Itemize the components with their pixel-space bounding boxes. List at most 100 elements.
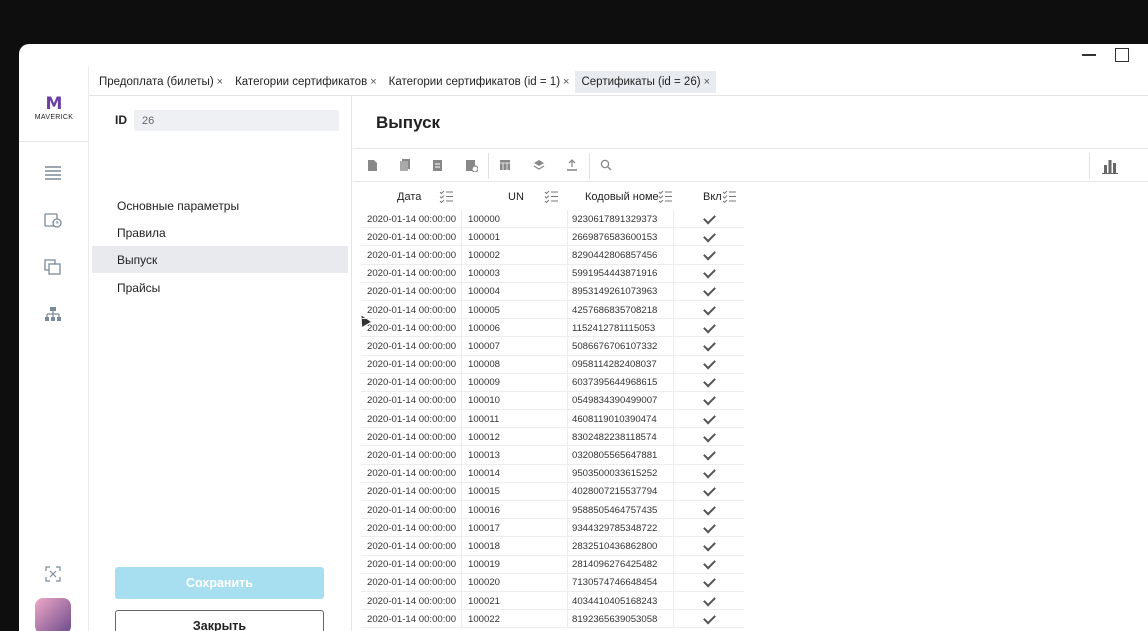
column-header-included[interactable]: Вкл xyxy=(674,184,744,210)
cell-included[interactable] xyxy=(674,210,744,228)
check-icon xyxy=(702,411,716,425)
column-filter-icon[interactable] xyxy=(439,190,453,203)
table-row[interactable]: 2020-01-14 00:00:00 100004 895314926107396… xyxy=(361,282,744,301)
maximize-button[interactable] xyxy=(1114,48,1130,62)
tab-prepayment[interactable]: Предоплата (билеты) × xyxy=(93,71,229,93)
close-icon[interactable]: × xyxy=(217,76,223,88)
tab-certificate-categories[interactable]: Категории сертификатов × xyxy=(229,71,383,93)
cell-un: 100016 xyxy=(462,501,568,520)
layers-icon[interactable] xyxy=(532,158,546,172)
table-row[interactable]: 2020-01-14 00:00:00 100009 603739564496861… xyxy=(361,373,744,392)
cell-included[interactable] xyxy=(674,574,744,592)
cell-included[interactable] xyxy=(674,556,744,574)
edit-document-icon[interactable] xyxy=(431,158,445,172)
table-row[interactable]: 2020-01-14 00:00:00 100021 403441040516824… xyxy=(361,591,744,611)
cell-un: 100015 xyxy=(462,482,568,501)
nav-item-main-parameters[interactable]: Основные параметры xyxy=(92,192,348,219)
check-icon xyxy=(702,229,716,243)
table-row[interactable]: 2020-01-14 00:00:00 100003 599195444387191… xyxy=(361,264,744,283)
cell-included[interactable] xyxy=(674,501,744,519)
save-button[interactable]: Сохранить xyxy=(115,567,324,599)
cell-code: 5086676706107332 xyxy=(568,337,674,356)
column-header-code[interactable]: Кодовый номе xyxy=(568,184,674,210)
cell-un: 100005 xyxy=(462,300,568,320)
table-row[interactable]: 2020-01-14 00:00:00 100012 830248223811857… xyxy=(361,428,744,447)
nav-item-rules[interactable]: Правила xyxy=(92,219,348,246)
cell-included[interactable] xyxy=(674,337,744,355)
cell-included[interactable] xyxy=(674,446,744,464)
column-filter-icon[interactable] xyxy=(658,190,672,203)
table-row[interactable]: 2020-01-14 00:00:00 100017 934432978534872… xyxy=(361,519,744,538)
nav-item-prices[interactable]: Прайсы xyxy=(92,274,348,301)
chart-icon[interactable] xyxy=(1101,157,1119,175)
table-row[interactable]: 2020-01-14 00:00:00 100007 508667670610733… xyxy=(361,337,744,356)
left-rail: M MAVERICK xyxy=(19,66,89,631)
avatar[interactable] xyxy=(35,598,71,631)
table-row[interactable]: 2020-01-14 00:00:00 100016 958850546475743… xyxy=(361,501,744,520)
check-icon xyxy=(702,356,716,370)
cell-included[interactable] xyxy=(674,410,744,428)
cell-date: 2020-01-14 00:00:00 xyxy=(361,391,462,411)
table-row[interactable]: 2020-01-14 00:00:00 100010 054983439049900… xyxy=(361,391,744,411)
menu-icon[interactable] xyxy=(41,162,65,184)
cell-included[interactable] xyxy=(674,592,744,610)
table-row[interactable]: 2020-01-14 00:00:00 100002 829044280685745… xyxy=(361,246,744,265)
table-row[interactable]: 2020-01-14 00:00:00 100011 460811901039047… xyxy=(361,410,744,429)
cell-included[interactable] xyxy=(674,428,744,446)
table-row[interactable]: 2020-01-14 00:00:00 100006 115241278111505… xyxy=(361,319,744,338)
search-icon[interactable] xyxy=(599,158,613,172)
upload-icon[interactable] xyxy=(565,158,579,172)
cell-included[interactable] xyxy=(674,319,744,337)
tab-certificate-category-1[interactable]: Категории сертификатов (id = 1) × xyxy=(383,71,576,93)
document-settings-icon[interactable] xyxy=(464,158,478,172)
id-field[interactable] xyxy=(134,110,339,131)
cell-included[interactable] xyxy=(674,537,744,555)
table-icon[interactable] xyxy=(498,158,512,172)
table-row[interactable]: 2020-01-14 00:00:00 100001 266987658360015… xyxy=(361,228,744,247)
cell-included[interactable] xyxy=(674,283,744,301)
copy-icon[interactable] xyxy=(41,256,65,278)
tab-certificates-26[interactable]: Сертификаты (id = 26) × xyxy=(575,71,716,93)
close-icon[interactable]: × xyxy=(563,76,569,88)
table-row[interactable]: 2020-01-14 00:00:00 100013 032080556564788… xyxy=(361,446,744,465)
collapse-icon[interactable] xyxy=(41,563,65,585)
hierarchy-icon[interactable] xyxy=(41,303,65,325)
cell-included[interactable] xyxy=(674,610,744,628)
table-row[interactable]: 2020-01-14 00:00:00 100005 425768683570821… xyxy=(361,300,744,320)
calendar-clock-icon[interactable] xyxy=(41,209,65,231)
table-row[interactable]: 2020-01-14 00:00:00 100019 281409627642548… xyxy=(361,555,744,574)
table-row[interactable]: 2020-01-14 00:00:00 100018 283251043686280… xyxy=(361,537,744,556)
cell-included[interactable] xyxy=(674,392,744,410)
column-header-date[interactable]: Дата xyxy=(361,184,462,210)
table-row[interactable]: 2020-01-14 00:00:00 100015 402800721553779… xyxy=(361,482,744,501)
minimize-button[interactable] xyxy=(1081,48,1097,62)
tab-label: Предоплата (билеты) xyxy=(99,76,214,88)
nav-item-issue[interactable]: Выпуск xyxy=(92,246,348,273)
column-filter-icon[interactable] xyxy=(722,190,736,203)
cell-included[interactable] xyxy=(674,356,744,374)
cell-included[interactable] xyxy=(674,265,744,283)
cell-included[interactable] xyxy=(674,246,744,264)
close-icon[interactable]: × xyxy=(370,76,376,88)
cell-included[interactable] xyxy=(674,519,744,537)
table-row[interactable]: 2020-01-14 00:00:00 100022 819236563905305… xyxy=(361,610,744,629)
cell-included[interactable] xyxy=(674,301,744,319)
cell-un: 100020 xyxy=(462,573,568,592)
cell-included[interactable] xyxy=(674,228,744,246)
column-filter-icon[interactable] xyxy=(544,190,558,203)
cell-date: 2020-01-14 00:00:00 xyxy=(361,210,462,229)
table-row[interactable]: 2020-01-14 00:00:00 100000 923061789132937… xyxy=(361,210,744,229)
cell-included[interactable] xyxy=(674,374,744,392)
close-icon[interactable]: × xyxy=(704,76,710,88)
close-button[interactable]: Закрыть xyxy=(115,610,324,631)
table-row[interactable]: 2020-01-14 00:00:00 100014 950350003361525… xyxy=(361,464,744,483)
copy-document-icon[interactable] xyxy=(398,158,412,172)
cell-code: 2832510436862800 xyxy=(568,537,674,556)
new-document-icon[interactable] xyxy=(365,158,379,172)
table-row[interactable]: 2020-01-14 00:00:00 100008 095811428240803… xyxy=(361,355,744,374)
cell-included[interactable] xyxy=(674,483,744,501)
table-row[interactable]: 2020-01-14 00:00:00 100020 713057474664845… xyxy=(361,573,744,592)
column-header-un[interactable]: UN xyxy=(462,184,568,210)
cell-code: 9588505464757435 xyxy=(568,501,674,520)
cell-included[interactable] xyxy=(674,465,744,483)
